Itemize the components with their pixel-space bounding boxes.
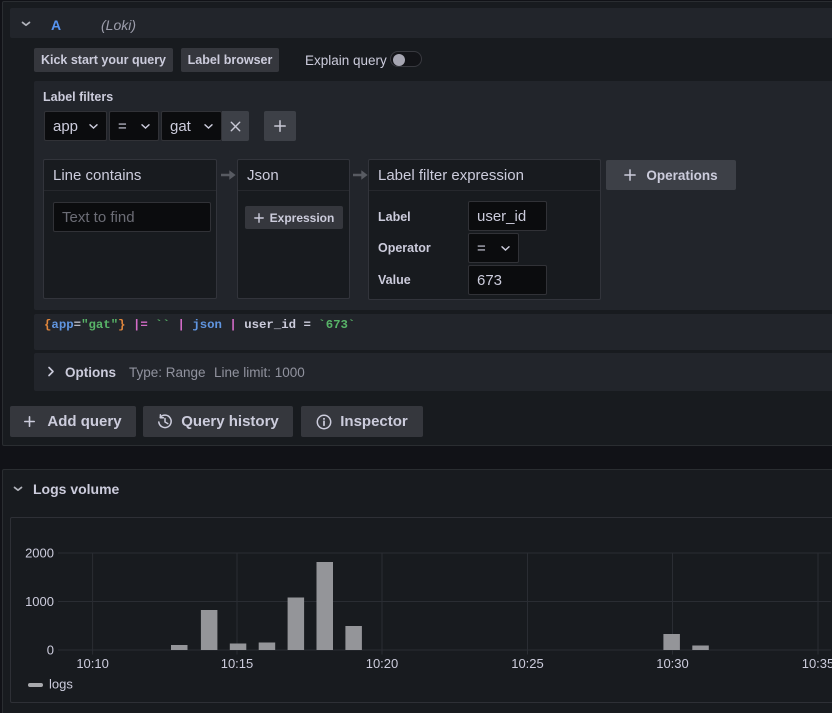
svg-text:1000: 1000 [25,594,54,609]
svg-text:10:15: 10:15 [221,656,254,671]
svg-text:10:35: 10:35 [802,656,832,671]
svg-text:0: 0 [47,643,54,658]
svg-text:10:30: 10:30 [656,656,689,671]
svg-text:10:10: 10:10 [76,656,109,671]
svg-text:10:20: 10:20 [366,656,399,671]
svg-text:logs: logs [49,677,73,692]
svg-text:10:25: 10:25 [511,656,544,671]
svg-text:2000: 2000 [25,546,54,561]
